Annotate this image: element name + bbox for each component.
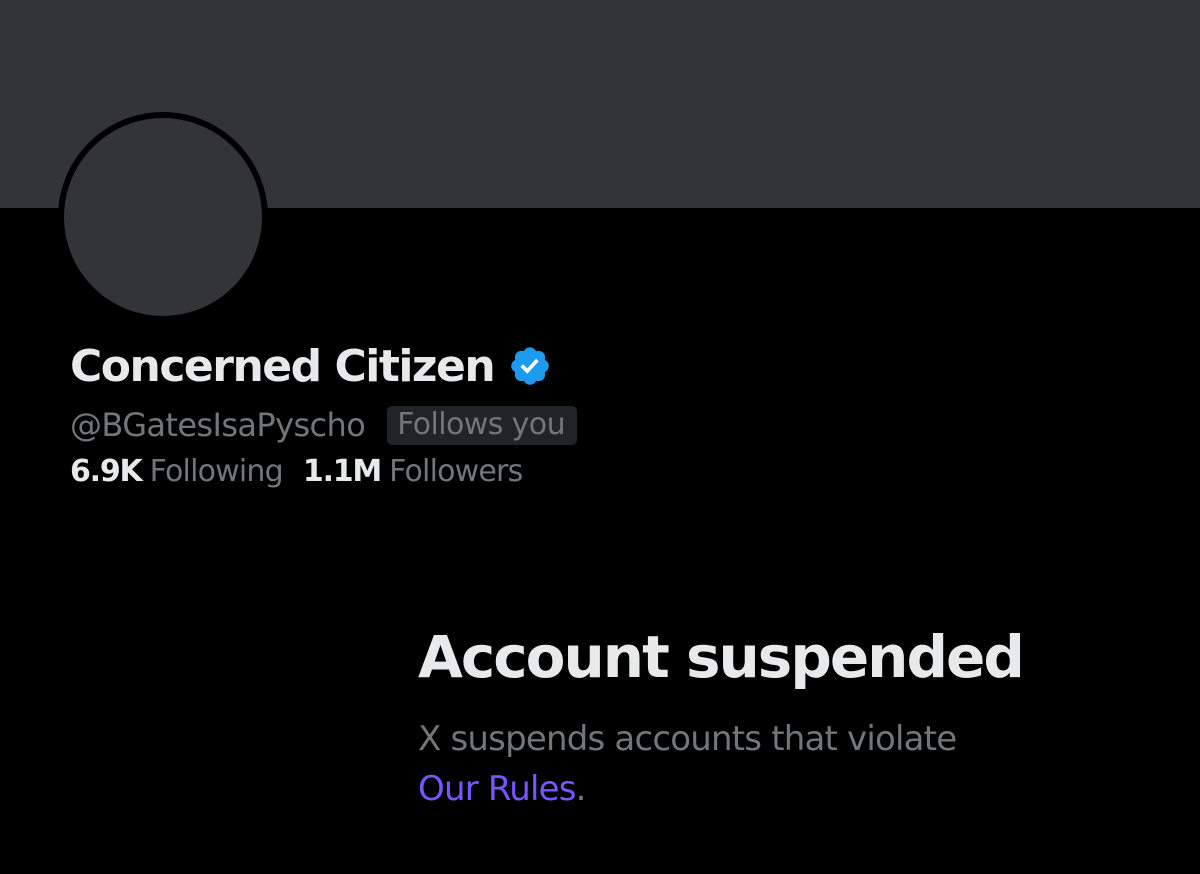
following-count: 6.9K [70, 454, 143, 489]
profile-name-row: Concerned Citizen [70, 336, 552, 396]
handle-row: @BGatesIsaPyscho Follows you [70, 402, 577, 448]
profile-handle: @BGatesIsaPyscho [70, 406, 366, 444]
suspension-message-period: . [575, 769, 587, 809]
display-name: Concerned Citizen [70, 340, 496, 392]
followers-label: Followers [389, 454, 523, 489]
suspension-message-text: X suspends accounts that violate [418, 719, 957, 759]
suspension-message: X suspends accounts that violate Our Rul… [418, 714, 1178, 814]
our-rules-link[interactable]: Our Rules [418, 769, 576, 809]
suspension-notice: Account suspended X suspends accounts th… [418, 622, 1178, 814]
followers-count: 1.1M [302, 454, 382, 489]
follow-stats: 6.9K Following 1.1M Followers [70, 454, 523, 500]
followers-stat[interactable]: 1.1M Followers [303, 454, 523, 489]
avatar[interactable] [58, 112, 268, 322]
following-stat[interactable]: 6.9K Following [70, 454, 284, 489]
verified-badge-icon[interactable] [508, 344, 552, 388]
follows-you-badge: Follows you [387, 405, 577, 445]
following-label: Following [149, 454, 284, 489]
profile-page: Concerned Citizen @BGatesIsaPyscho Follo… [0, 0, 1200, 874]
suspension-title: Account suspended [418, 623, 1025, 691]
